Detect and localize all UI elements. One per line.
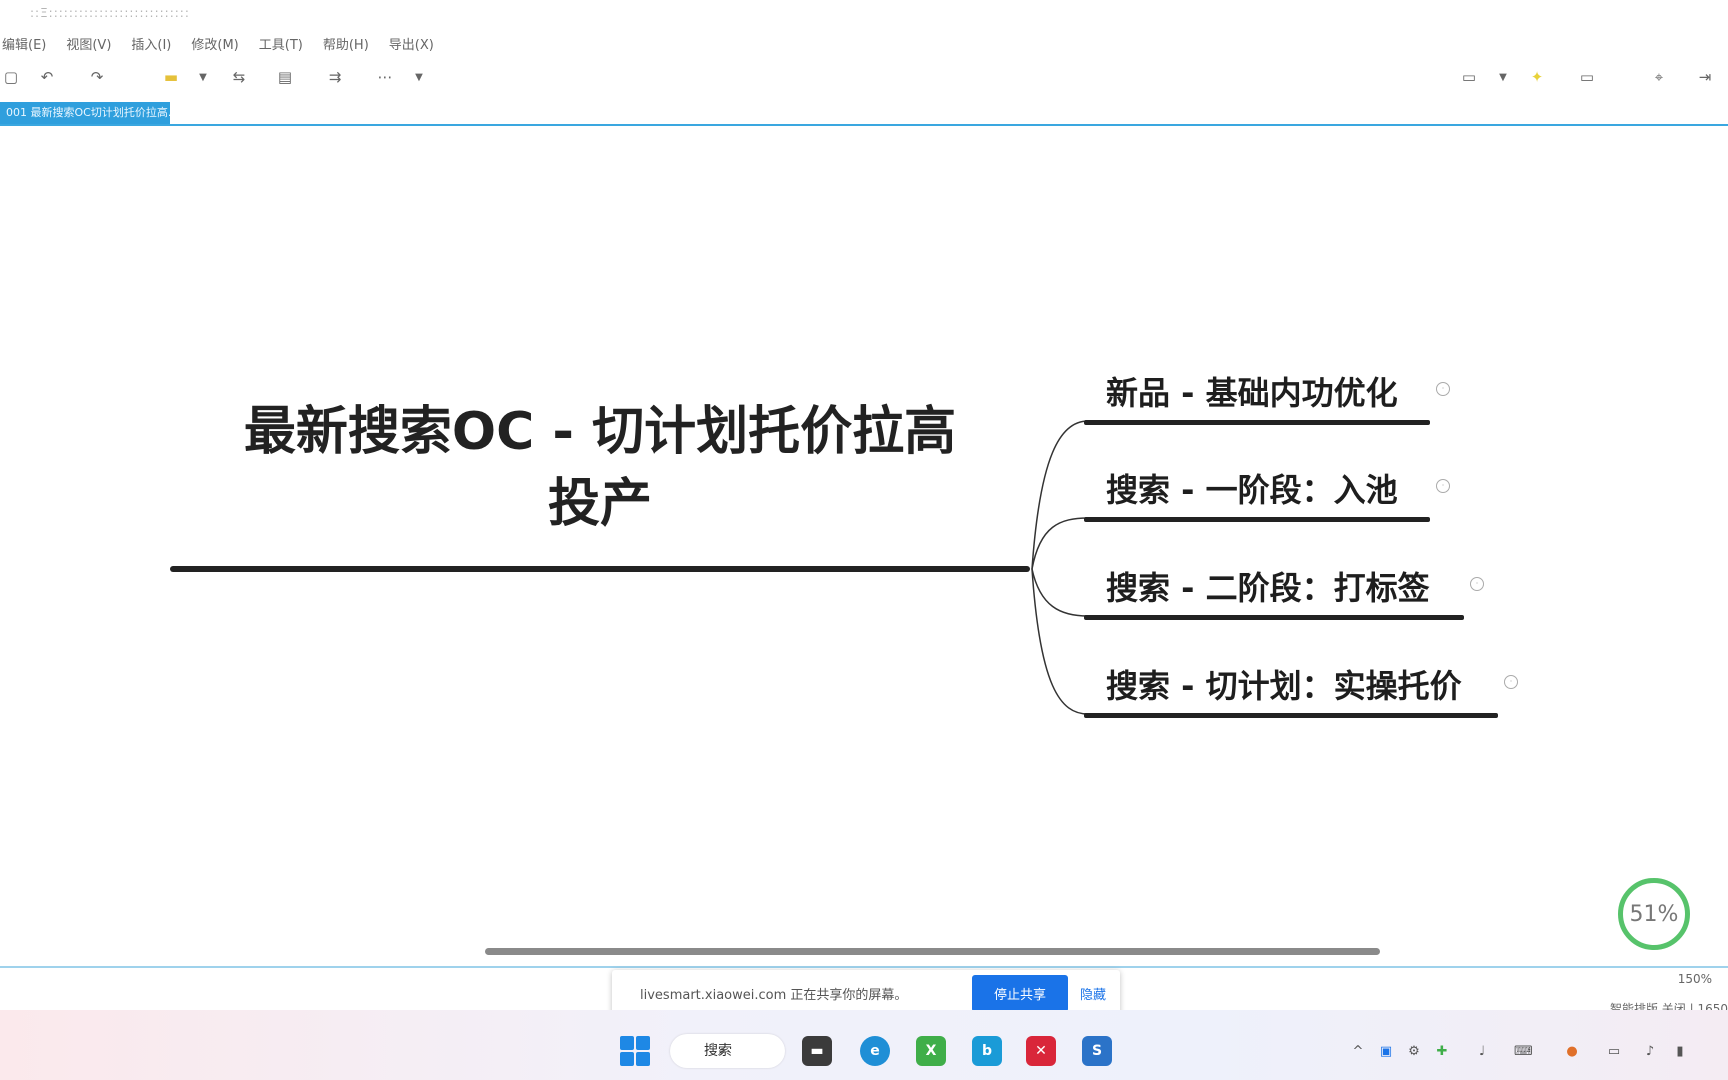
collapse-circle-icon[interactable]: ·: [1436, 479, 1450, 493]
chevron-down-icon[interactable]: ▼: [198, 66, 208, 88]
share-message: livesmart.xiaowei.com 正在共享你的屏幕。: [640, 987, 908, 1003]
title-bar: ::Ξ::::::::::::::::::::::::::::: [0, 0, 1728, 28]
collapse-circle-icon[interactable]: ·: [1504, 675, 1518, 689]
relation-icon[interactable]: ⇉: [324, 66, 346, 88]
chevron-down-icon[interactable]: ▼: [1498, 66, 1508, 88]
start-icon[interactable]: [620, 1036, 650, 1066]
branch-underline-2: [1084, 517, 1430, 522]
root-topic-line2: 投产: [547, 474, 652, 534]
mindmap-canvas[interactable]: 最新搜索OC - 切计划托价拉高 投产 新品 - 基础内功优化 · 搜索 - 一…: [0, 126, 1728, 966]
menu-help[interactable]: 帮助(H): [321, 30, 371, 56]
menu-edit[interactable]: 编辑(E): [0, 30, 48, 56]
tray-app-icon[interactable]: ⚙: [1406, 1044, 1422, 1060]
more-icon[interactable]: ⋯: [374, 66, 396, 88]
tray-app-icon[interactable]: ●: [1564, 1044, 1580, 1060]
pin-icon[interactable]: ⌖: [1648, 66, 1670, 88]
taskbar-search[interactable]: ⌕ 搜索: [670, 1034, 785, 1068]
branch-topic-2[interactable]: 搜索 - 一阶段：入池: [1106, 465, 1398, 511]
search-icon: ⌕: [718, 1043, 726, 1059]
menu-modify[interactable]: 修改(M): [189, 30, 240, 56]
xmind-app-icon[interactable]: X: [916, 1036, 946, 1066]
zoom-badge: 51%: [1618, 878, 1690, 950]
chevron-up-icon[interactable]: ^: [1350, 1044, 1366, 1060]
branch-topic-4[interactable]: 搜索 - 切计划：实操托价: [1106, 661, 1462, 707]
branch-topic-1[interactable]: 新品 - 基础内功优化: [1106, 368, 1398, 414]
redo-icon[interactable]: ↷: [86, 66, 108, 88]
branch-underline-3: [1084, 615, 1464, 620]
tray-app-icon[interactable]: ✚: [1434, 1044, 1450, 1060]
bulb-icon[interactable]: ✦: [1526, 66, 1548, 88]
root-topic[interactable]: 最新搜索OC - 切计划托价拉高 投产: [170, 396, 1030, 540]
hide-button[interactable]: 隐藏: [1080, 984, 1106, 1003]
tab-document[interactable]: 001 最新搜索OC切计划托价拉高.xm: [0, 102, 170, 124]
status-zoom-level[interactable]: 150%: [1678, 972, 1712, 986]
menu-export[interactable]: 导出(X): [387, 30, 436, 56]
frame-icon[interactable]: ▤: [274, 66, 296, 88]
branch-underline-1: [1084, 420, 1430, 425]
tab-strip: 001 最新搜索OC切计划托价拉高.xm: [0, 102, 1728, 126]
red-app-icon[interactable]: ✕: [1026, 1036, 1056, 1066]
collapse-circle-icon[interactable]: ·: [1470, 577, 1484, 591]
collapse-circle-icon[interactable]: ·: [1436, 382, 1450, 396]
microphone-icon[interactable]: ♩: [1474, 1044, 1490, 1060]
bilibili-app-icon[interactable]: b: [972, 1036, 1002, 1066]
expand-icon[interactable]: ⇥: [1694, 66, 1716, 88]
horizontal-scrollbar[interactable]: [485, 948, 1380, 955]
stop-sharing-button[interactable]: 停止共享: [971, 974, 1068, 1012]
taskbar: ⌕ 搜索 ▬ e X b ✕ S ^ ▣ ⚙ ✚ ♩ ⌨ ● ▭ ♪ ▮: [0, 1010, 1728, 1080]
branch-underline-4: [1084, 713, 1498, 718]
meeting-app-icon[interactable]: S: [1082, 1036, 1112, 1066]
layout-icon[interactable]: ▭: [1458, 66, 1480, 88]
root-topic-line1: 最新搜索OC - 切计划托价拉高: [243, 402, 957, 462]
branch-topic-3[interactable]: 搜索 - 二阶段：打标签: [1106, 563, 1430, 609]
tray-app-icon[interactable]: ▣: [1378, 1044, 1394, 1060]
undo-icon[interactable]: ↶: [36, 66, 58, 88]
network-icon[interactable]: ▭: [1606, 1044, 1622, 1060]
presentation-icon[interactable]: ▭: [1576, 66, 1598, 88]
new-file-icon[interactable]: ▢: [0, 66, 22, 88]
menu-tools[interactable]: 工具(T): [257, 30, 305, 56]
menu-view[interactable]: 视图(V): [64, 30, 113, 56]
swap-icon[interactable]: ⇆: [228, 66, 250, 88]
branch-connectors: [1031, 420, 1089, 715]
folder-icon[interactable]: ▬: [160, 66, 182, 88]
edge-browser-icon[interactable]: e: [860, 1036, 890, 1066]
volume-icon[interactable]: ♪: [1642, 1044, 1658, 1060]
file-explorer-icon[interactable]: ▬: [802, 1036, 832, 1066]
window-title: ::Ξ::::::::::::::::::::::::::::: [30, 6, 190, 20]
keyboard-icon[interactable]: ⌨: [1514, 1044, 1533, 1060]
chevron-down-icon[interactable]: ▼: [414, 66, 424, 88]
menu-insert[interactable]: 插入(I): [129, 30, 173, 56]
battery-icon[interactable]: ▮: [1672, 1044, 1688, 1060]
menu-bar: 编辑(E) 视图(V) 插入(I) 修改(M) 工具(T) 帮助(H) 导出(X…: [0, 30, 436, 56]
root-underline: [170, 566, 1030, 572]
